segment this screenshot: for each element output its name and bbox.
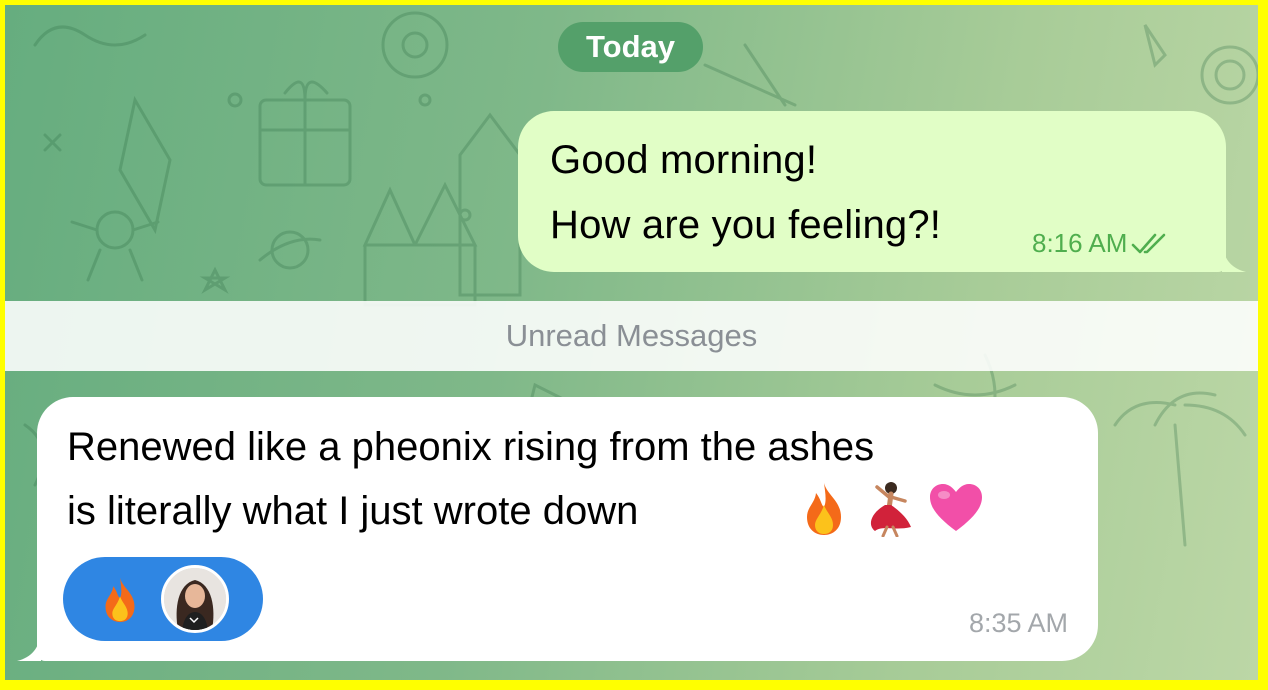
message-time: 8:16 AM <box>1032 228 1128 258</box>
pink-heart-icon <box>930 484 982 531</box>
message-text: How are you feeling?! <box>550 203 942 247</box>
chat-background: Today Good morning! How are you feeling?… <box>5 5 1258 680</box>
avatar-photo <box>164 568 226 630</box>
message-emojis <box>797 479 985 537</box>
incoming-message-bubble[interactable]: Renewed like a pheonix rising from the a… <box>17 397 1098 661</box>
message-text: Renewed like a pheonix rising from the a… <box>67 425 875 469</box>
date-separator: Today <box>558 22 703 72</box>
message-text: Good morning! <box>550 138 818 182</box>
avatar[interactable] <box>161 565 229 633</box>
fire-icon <box>807 483 841 535</box>
reaction-chip[interactable] <box>63 557 263 641</box>
bubble-tail <box>1222 244 1246 272</box>
fire-icon <box>105 577 135 622</box>
message-text: is literally what I just wrote down <box>67 489 639 533</box>
bubble-tail <box>17 633 41 661</box>
dancer-icon <box>870 482 911 537</box>
read-double-check-icon <box>1132 233 1166 253</box>
outgoing-message-bubble[interactable]: Good morning! How are you feeling?! 8:16… <box>518 111 1246 272</box>
message-meta: 8:16 AM <box>1032 228 1173 259</box>
message-time: 8:35 AM <box>968 608 1068 638</box>
unread-messages-divider: Unread Messages <box>5 301 1258 371</box>
